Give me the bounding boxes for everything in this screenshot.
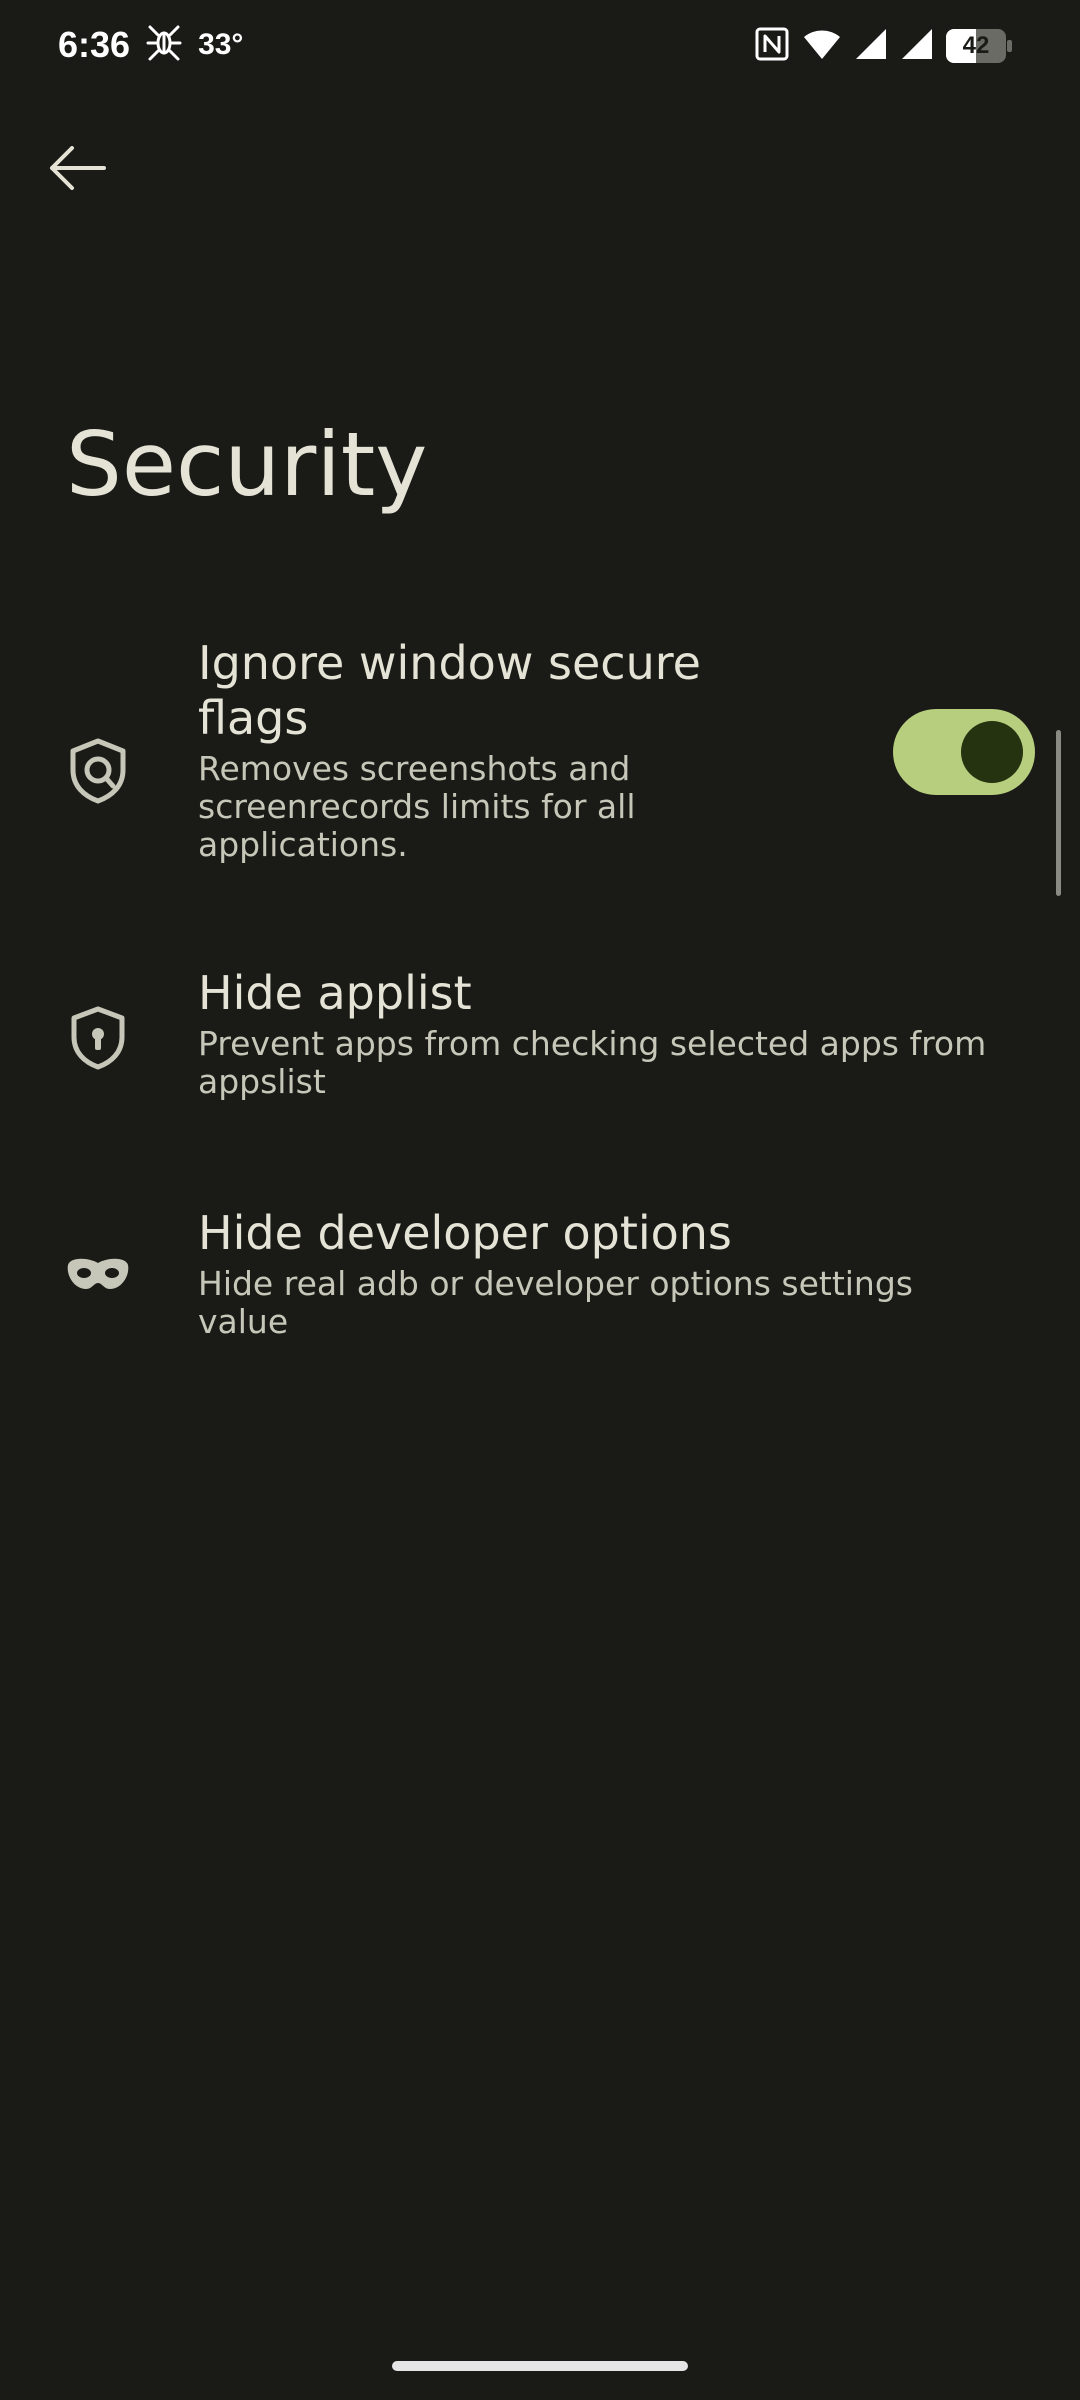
setting-hide-applist[interactable]: Hide applist Prevent apps from checking … (0, 960, 1080, 1130)
setting-summary-line: Hide real adb or developer options setti… (198, 1264, 913, 1303)
nfc-icon (754, 26, 790, 66)
setting-summary-line: value (198, 1302, 289, 1341)
setting-title: Ignore window secure flags (198, 636, 838, 746)
status-time: 6:36 (58, 24, 131, 65)
signal-icon (900, 27, 934, 65)
setting-text: Ignore window secure flags Removes scree… (198, 636, 838, 864)
setting-ignore-secure-flags[interactable]: Ignore window secure flags Removes scree… (0, 620, 1080, 890)
setting-text: Hide developer options Hide real adb or … (198, 1206, 1058, 1341)
page-title: Security (66, 413, 428, 516)
setting-title: Hide developer options (198, 1206, 732, 1260)
home-indicator[interactable] (392, 2361, 688, 2371)
scrollbar[interactable] (1056, 730, 1061, 896)
battery-level: 42 (962, 32, 990, 59)
setting-title: Hide applist (198, 966, 472, 1020)
setting-summary-line: applications. (198, 825, 408, 864)
setting-summary-line: Removes screenshots and (198, 749, 631, 788)
switch-thumb (961, 721, 1023, 783)
setting-title-line: Ignore window secure (198, 636, 701, 690)
wifi-icon (802, 27, 842, 65)
arrow-back-icon (48, 146, 108, 194)
setting-hide-developer-options[interactable]: Hide developer options Hide real adb or … (0, 1200, 1080, 1370)
mask-icon (62, 1239, 134, 1311)
status-right: 42 (754, 24, 1012, 68)
shield-lock-icon (62, 1002, 134, 1074)
setting-text: Hide applist Prevent apps from checking … (198, 966, 1058, 1101)
status-temperature: 33° (198, 28, 244, 61)
signal-icon (854, 27, 888, 65)
status-bar: 6:36 33° 42 (0, 0, 1080, 92)
setting-summary: Prevent apps from checking selected apps… (198, 1025, 1058, 1101)
setting-title-line: flags (198, 691, 309, 745)
setting-summary-line: screenrecords limits for all (198, 787, 636, 826)
setting-summary-line: appslist (198, 1062, 326, 1101)
spider-notification-icon (144, 23, 184, 68)
battery-icon: 42 (946, 29, 1012, 63)
status-left: 6:36 33° (58, 20, 243, 70)
setting-summary: Removes screenshots and screenrecords li… (198, 750, 838, 864)
shield-target-icon (62, 735, 134, 807)
toggle-switch[interactable] (893, 709, 1035, 795)
back-button[interactable] (38, 134, 118, 206)
setting-summary: Hide real adb or developer options setti… (198, 1265, 1058, 1341)
setting-summary-line: Prevent apps from checking selected apps… (198, 1024, 987, 1063)
